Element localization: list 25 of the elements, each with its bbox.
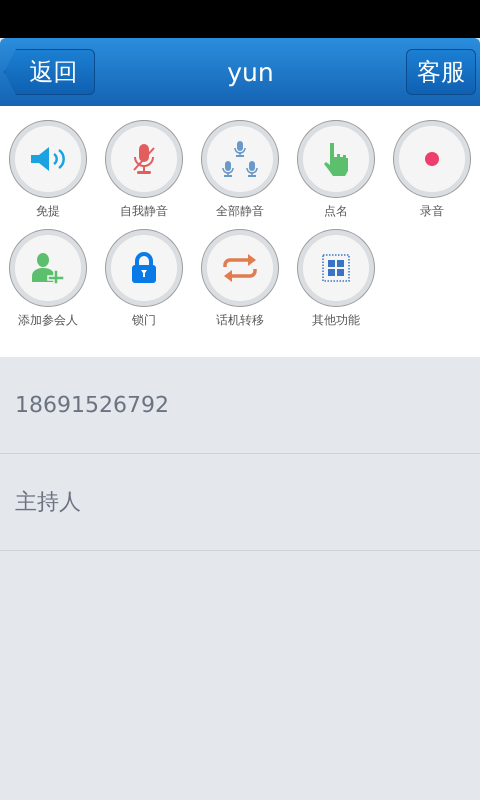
participant-row[interactable]: 18691526792 bbox=[0, 357, 480, 454]
action-label: 其他功能 bbox=[312, 312, 360, 329]
grid-icon bbox=[322, 254, 350, 282]
action-label: 自我静音 bbox=[120, 203, 168, 220]
participant-name: 18691526792 bbox=[15, 392, 169, 418]
record-dot-icon bbox=[425, 152, 439, 166]
speaker-icon bbox=[29, 146, 67, 172]
back-button[interactable]: 返回 bbox=[4, 49, 95, 95]
padlock-icon bbox=[131, 252, 157, 284]
action-label: 添加参会人 bbox=[18, 312, 78, 329]
add-person-icon bbox=[30, 252, 66, 284]
participant-name: 主持人 bbox=[15, 489, 81, 517]
microphones-icon bbox=[220, 139, 260, 179]
action-label: 锁门 bbox=[132, 312, 156, 329]
action-label: 全部静音 bbox=[216, 203, 264, 220]
action-label: 点名 bbox=[324, 203, 348, 220]
customer-service-button[interactable]: 客服 bbox=[406, 49, 476, 95]
pointing-hand-icon bbox=[322, 141, 350, 177]
muted-microphone-icon bbox=[132, 143, 156, 175]
action-label: 话机转移 bbox=[216, 312, 264, 329]
action-label: 免提 bbox=[36, 203, 60, 220]
swap-arrows-icon bbox=[222, 253, 258, 283]
window-title: yun bbox=[227, 58, 274, 86]
action-label: 录音 bbox=[420, 203, 444, 220]
participant-row[interactable]: 主持人 bbox=[0, 454, 480, 551]
